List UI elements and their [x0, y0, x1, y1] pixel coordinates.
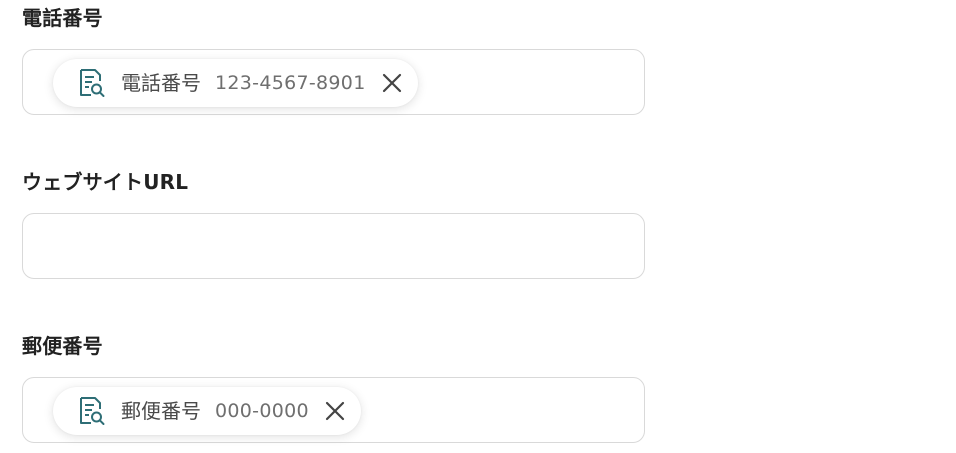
website-url-input[interactable] [22, 213, 645, 279]
chip-field-name: 電話番号 [121, 71, 201, 95]
postal-code-field: 郵便番号 郵便番号 000-0000 [22, 334, 647, 446]
form: 電話番号 電話番号 123-4567-8901 ウェブサイトURL 郵便番号 郵… [0, 0, 956, 453]
postal-code-value-chip[interactable]: 郵便番号 000-0000 [53, 387, 361, 435]
phone-field: 電話番号 電話番号 123-4567-8901 [22, 6, 647, 118]
chip-field-value: 000-0000 [215, 400, 309, 422]
postal-code-field-label: 郵便番号 [22, 334, 103, 358]
website-url-field: ウェブサイトURL [22, 170, 647, 282]
phone-field-label: 電話番号 [22, 6, 103, 30]
close-icon[interactable] [380, 71, 404, 95]
website-url-field-label: ウェブサイトURL [22, 170, 189, 194]
phone-value-chip[interactable]: 電話番号 123-4567-8901 [53, 59, 418, 107]
document-search-icon [79, 396, 105, 426]
chip-field-name: 郵便番号 [121, 399, 201, 423]
chip-field-value: 123-4567-8901 [215, 72, 366, 94]
document-search-icon [79, 68, 105, 98]
postal-code-input[interactable]: 郵便番号 000-0000 [22, 377, 645, 443]
phone-input[interactable]: 電話番号 123-4567-8901 [22, 49, 645, 115]
close-icon[interactable] [323, 399, 347, 423]
